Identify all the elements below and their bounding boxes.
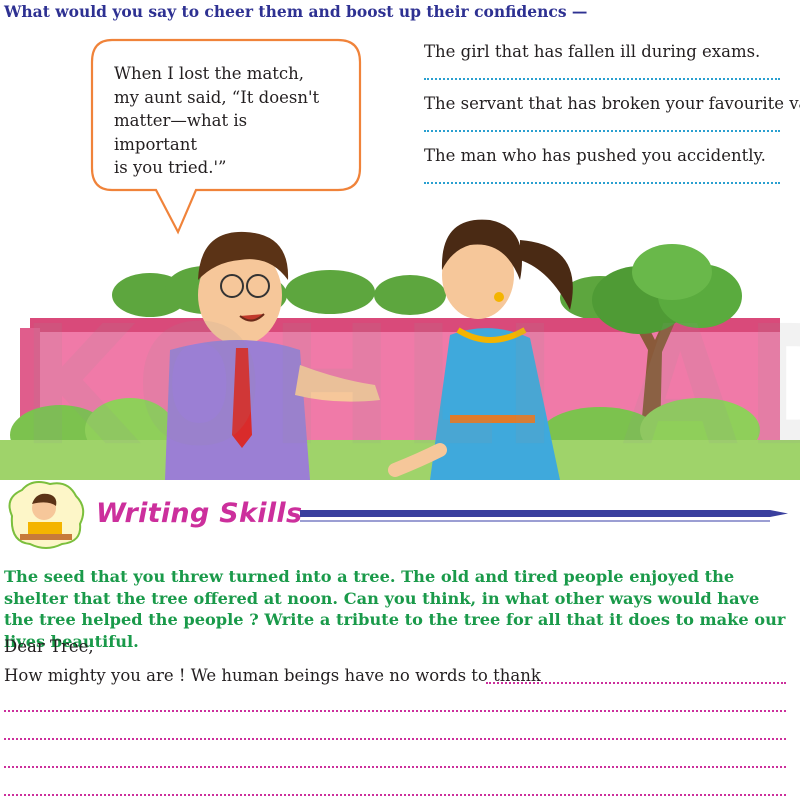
answer-line[interactable] [4,794,786,796]
exercise-heading: What would you say to cheer them and boo… [4,2,588,21]
bubble-line: is you tried.'” [114,158,227,177]
answer-line[interactable] [4,766,786,768]
section-title: Writing Skills [96,498,303,529]
prompt-sick-girl: The girl that has fallen ill during exam… [424,42,761,61]
answer-line[interactable] [424,182,780,184]
answer-line[interactable] [424,130,780,132]
pen-icon [300,510,788,522]
task-instructions: The seed that you threw turned into a tr… [4,567,786,651]
speech-bubble-text: When I lost the match, my aunt said, “It… [114,62,329,180]
answer-line[interactable] [424,78,780,80]
prompt-servant: The servant that has broken your favouri… [424,94,800,113]
letter-opening: How mighty you are ! We human beings hav… [4,666,541,685]
letter-salutation: Dear Tree, [4,637,94,656]
answer-line[interactable] [4,710,786,712]
student-writing-icon [8,481,85,549]
bubble-line: matter—what is important [114,111,248,154]
bubble-line: my aunt said, “It doesn't [114,87,320,107]
answer-line[interactable] [486,682,786,684]
bubble-line: When I lost the match, [114,64,305,83]
watermark: KOHLI ADS. [20,291,800,483]
answer-line[interactable] [4,738,786,740]
prompt-man: The man who has pushed you accidently. [424,146,766,165]
